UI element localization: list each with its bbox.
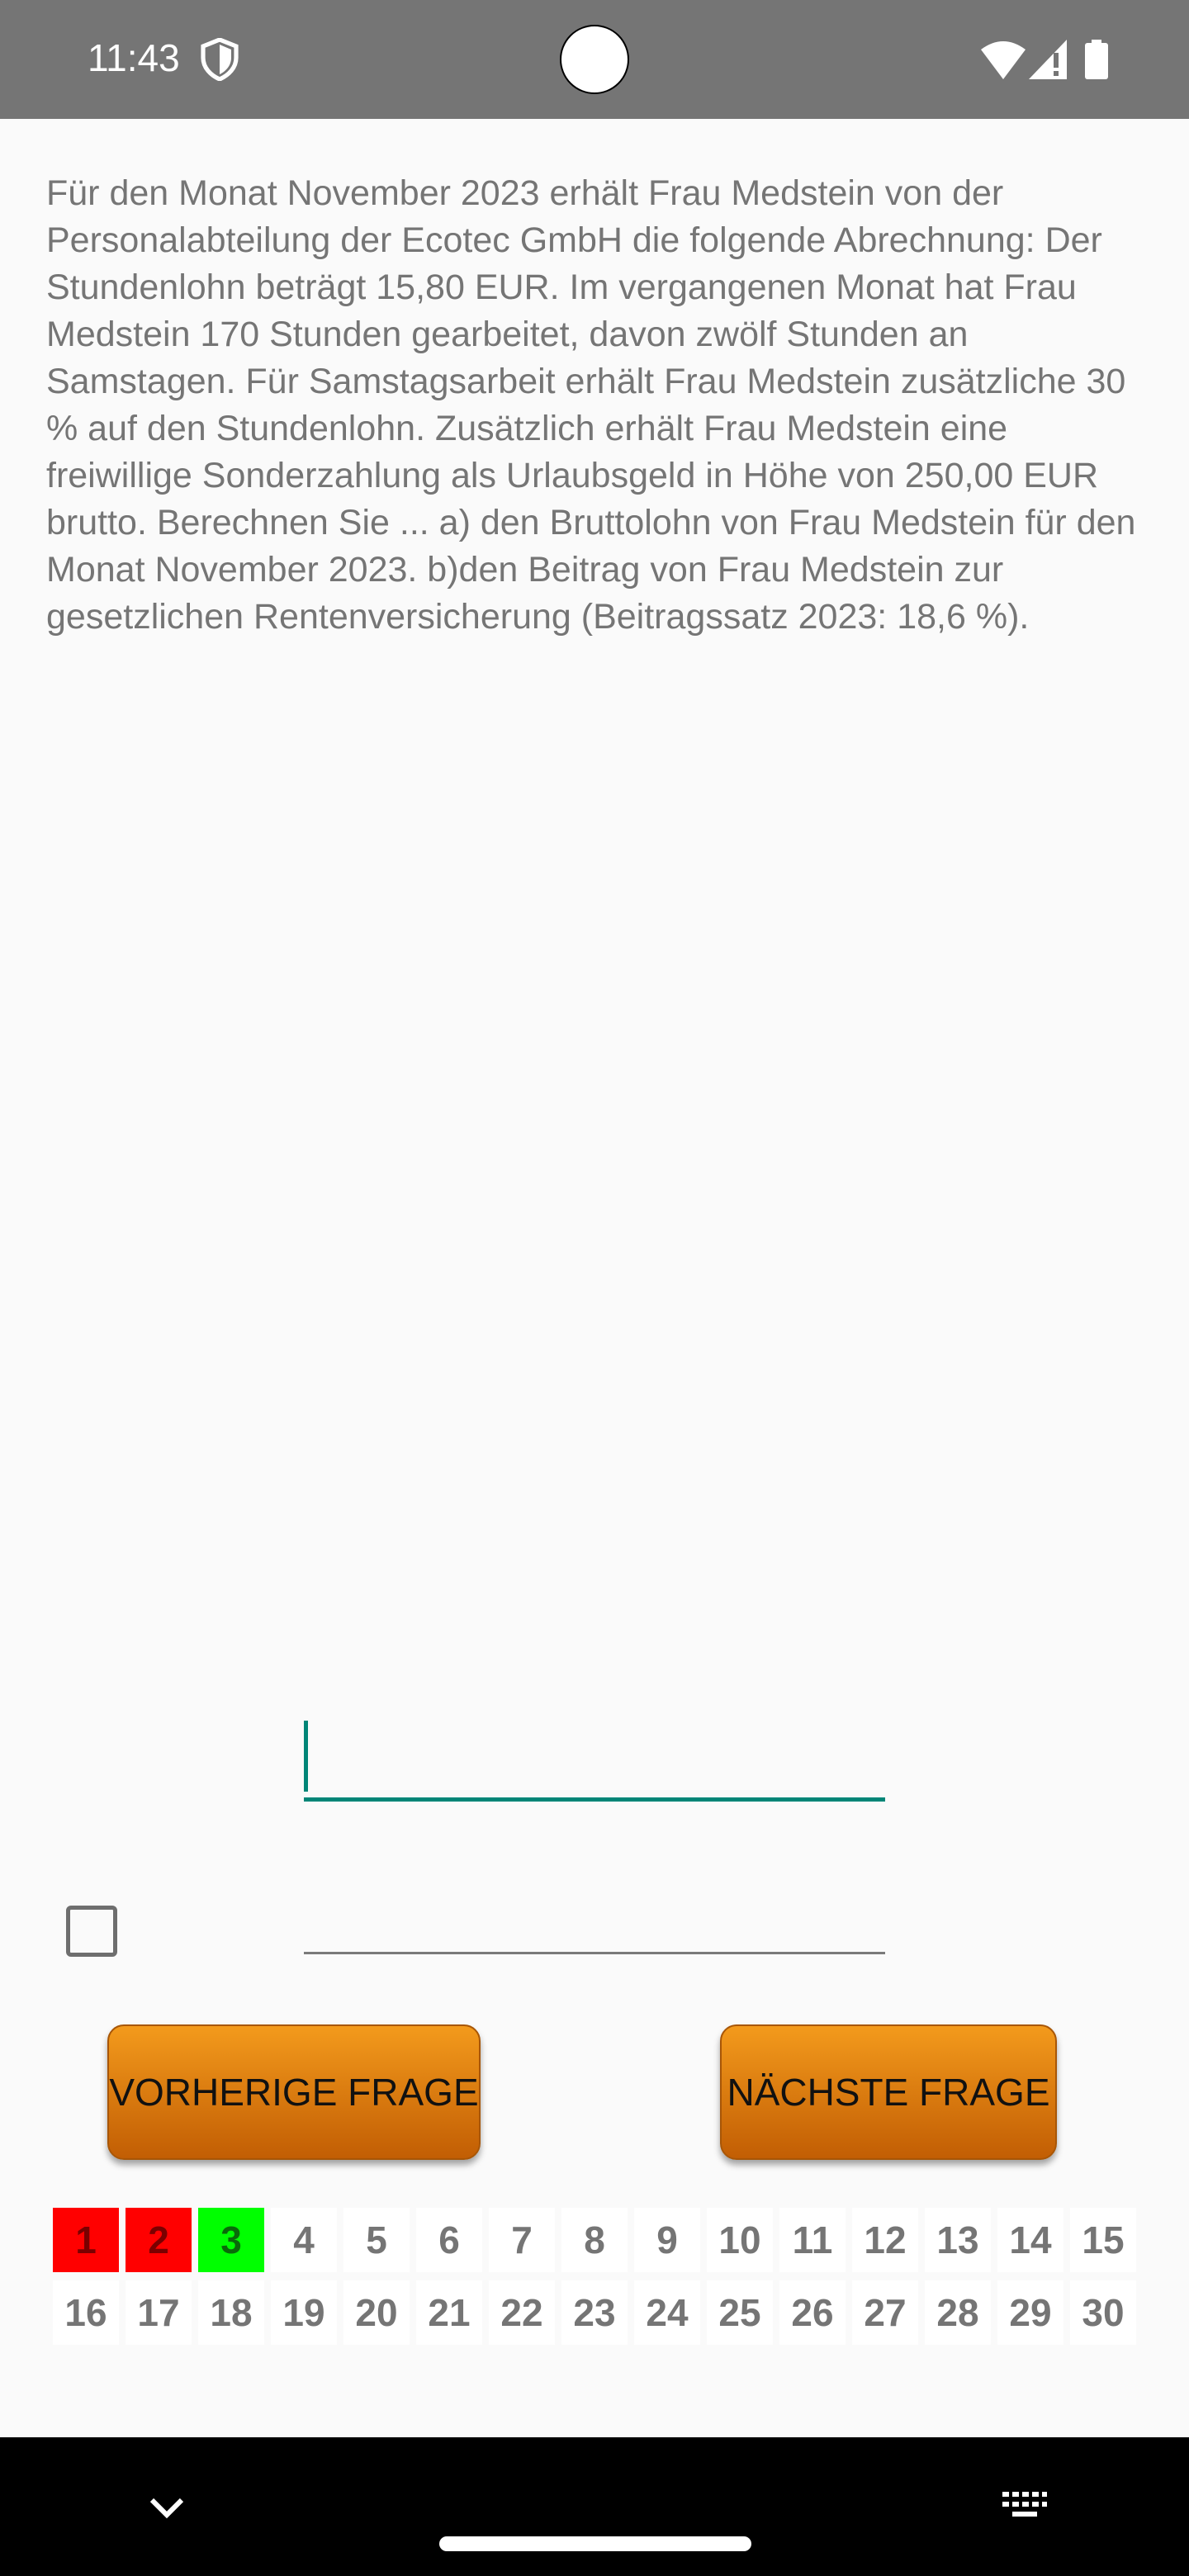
question-number-3[interactable]: 3 [198,2208,264,2272]
question-text: Für den Monat November 2023 erhält Frau … [46,173,1136,637]
question-number-11[interactable]: 11 [779,2208,846,2272]
question-number-1[interactable]: 1 [53,2208,119,2272]
question-number-30[interactable]: 30 [1070,2280,1136,2345]
status-time: 11:43 [88,36,180,79]
question-number-2[interactable]: 2 [126,2208,192,2272]
question-number-28[interactable]: 28 [925,2280,991,2345]
question-number-26[interactable]: 26 [779,2280,846,2345]
question-number-13[interactable]: 13 [925,2208,991,2272]
question-number-24[interactable]: 24 [634,2280,700,2345]
question-number-9[interactable]: 9 [634,2208,700,2272]
shield-icon [201,38,239,81]
question-number-10[interactable]: 10 [707,2208,773,2272]
next-question-button[interactable]: NÄCHSTE FRAGE [720,2024,1057,2160]
second-answer-input-underline [304,1952,885,1954]
answer-checkbox[interactable] [66,1906,117,1957]
question-number-22[interactable]: 22 [489,2280,555,2345]
answer-input-underline [304,1797,885,1802]
second-answer-input[interactable] [304,1882,885,1957]
keyboard-icon[interactable] [1002,2492,1047,2520]
question-number-15[interactable]: 15 [1070,2208,1136,2272]
question-number-18[interactable]: 18 [198,2280,264,2345]
question-number-5[interactable]: 5 [343,2208,410,2272]
question-number-grid: 1 2 3 4 5 6 7 8 9 10 11 12 13 14 15 16 17 18 19 20 21 22 23 24 2… [53,2208,1138,2345]
text-cursor [304,1721,308,1792]
answer-input[interactable] [304,1721,885,1803]
status-bar: 11:43 [0,0,1189,119]
previous-question-button[interactable]: VORHERIGE FRAGE [107,2024,481,2160]
question-number-21[interactable]: 21 [416,2280,482,2345]
signal-icon [1029,40,1067,79]
question-number-29[interactable]: 29 [997,2280,1063,2345]
question-number-7[interactable]: 7 [489,2208,555,2272]
battery-icon [1085,40,1108,79]
question-number-14[interactable]: 14 [997,2208,1063,2272]
question-number-12[interactable]: 12 [852,2208,918,2272]
question-number-17[interactable]: 17 [126,2280,192,2345]
chevron-down-icon[interactable] [147,2493,187,2522]
question-number-4[interactable]: 4 [271,2208,337,2272]
question-number-6[interactable]: 6 [416,2208,482,2272]
question-number-16[interactable]: 16 [53,2280,119,2345]
camera-cutout [560,25,629,94]
question-number-27[interactable]: 27 [852,2280,918,2345]
question-number-20[interactable]: 20 [343,2280,410,2345]
home-handle[interactable] [439,2536,751,2551]
question-number-19[interactable]: 19 [271,2280,337,2345]
wifi-icon [981,41,1026,79]
question-number-8[interactable]: 8 [561,2208,628,2272]
question-number-25[interactable]: 25 [707,2280,773,2345]
question-number-23[interactable]: 23 [561,2280,628,2345]
